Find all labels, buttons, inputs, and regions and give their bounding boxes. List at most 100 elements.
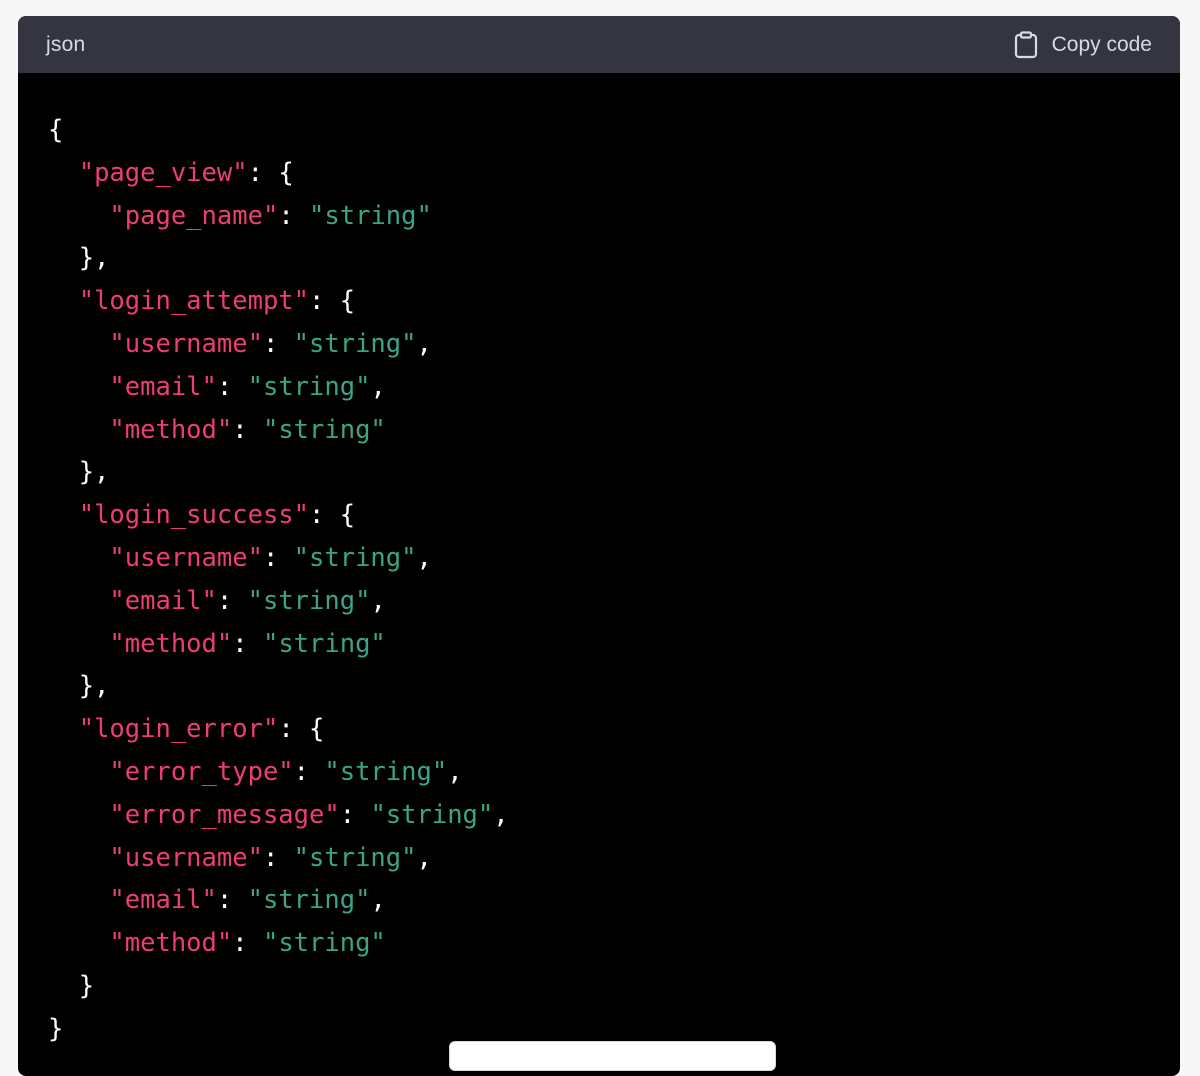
json-key: "method" bbox=[109, 928, 233, 959]
json-punctuation: , bbox=[370, 585, 386, 616]
json-punctuation bbox=[48, 286, 79, 316]
json-punctuation: : bbox=[278, 200, 310, 231]
code-line: "method": "string" bbox=[48, 409, 1180, 452]
code-block-header: json Copy code bbox=[18, 16, 1180, 73]
json-string-value: "string" bbox=[262, 414, 386, 445]
json-punctuation: : bbox=[216, 371, 248, 402]
json-key: "page_name" bbox=[109, 200, 279, 231]
code-line: "username": "string", bbox=[48, 537, 1180, 580]
code-line: "login_success": { bbox=[48, 494, 1180, 537]
code-line: } bbox=[48, 965, 1180, 1008]
json-punctuation: : { bbox=[278, 714, 325, 745]
json-punctuation: , bbox=[447, 756, 463, 787]
json-punctuation bbox=[48, 714, 79, 744]
json-punctuation: : { bbox=[309, 286, 356, 317]
json-key: "email" bbox=[109, 585, 217, 616]
json-punctuation: : bbox=[232, 628, 263, 659]
json-string-value: "string" bbox=[262, 928, 386, 959]
json-punctuation bbox=[48, 500, 79, 530]
clipboard-icon bbox=[1014, 30, 1038, 59]
json-key: "username" bbox=[109, 842, 263, 873]
floating-action-bar[interactable] bbox=[449, 1041, 776, 1071]
json-key: "email" bbox=[109, 885, 217, 916]
json-string-value: "string" bbox=[293, 542, 417, 573]
copy-code-label: Copy code bbox=[1051, 32, 1152, 56]
json-punctuation: , bbox=[370, 371, 386, 402]
json-punctuation: } bbox=[48, 970, 95, 1001]
json-key: "username" bbox=[109, 328, 263, 359]
json-punctuation: }, bbox=[48, 457, 110, 488]
json-string-value: "string" bbox=[324, 756, 448, 787]
json-punctuation: : bbox=[293, 756, 325, 787]
json-punctuation bbox=[48, 885, 109, 915]
json-punctuation: : { bbox=[309, 500, 356, 531]
json-punctuation bbox=[48, 543, 109, 573]
json-key: "email" bbox=[109, 371, 217, 402]
json-key: "method" bbox=[109, 628, 233, 659]
code-line: }, bbox=[48, 237, 1180, 280]
json-string-value: "string" bbox=[247, 371, 371, 402]
json-string-value: "string" bbox=[247, 585, 371, 616]
code-line: "page_view": { bbox=[48, 152, 1180, 195]
json-punctuation bbox=[48, 158, 79, 188]
code-line: "email": "string", bbox=[48, 879, 1180, 922]
json-punctuation bbox=[48, 757, 109, 787]
json-punctuation: }, bbox=[48, 671, 110, 702]
json-punctuation bbox=[48, 329, 109, 359]
code-line: "error_message": "string", bbox=[48, 794, 1180, 837]
json-punctuation bbox=[48, 586, 109, 616]
json-punctuation: { bbox=[48, 115, 64, 145]
copy-code-button[interactable]: Copy code bbox=[1014, 30, 1152, 59]
json-punctuation bbox=[48, 372, 109, 402]
code-line: "method": "string" bbox=[48, 623, 1180, 666]
code-line: "page_name": "string" bbox=[48, 195, 1180, 238]
json-punctuation: , bbox=[416, 542, 432, 573]
json-punctuation bbox=[48, 201, 109, 231]
json-key: "username" bbox=[109, 542, 263, 573]
code-line: "error_type": "string", bbox=[48, 751, 1180, 794]
code-line: "email": "string", bbox=[48, 366, 1180, 409]
json-string-value: "string" bbox=[293, 328, 417, 359]
json-punctuation bbox=[48, 928, 109, 958]
json-punctuation: : bbox=[216, 885, 248, 916]
json-punctuation: : bbox=[232, 928, 263, 959]
json-punctuation: : { bbox=[247, 157, 294, 188]
json-punctuation: , bbox=[416, 328, 432, 359]
json-string-value: "string" bbox=[309, 200, 432, 231]
code-line: "login_error": { bbox=[48, 708, 1180, 751]
json-punctuation: , bbox=[370, 885, 386, 916]
code-line: "method": "string" bbox=[48, 922, 1180, 965]
json-punctuation bbox=[48, 415, 109, 445]
json-string-value: "string" bbox=[370, 799, 494, 830]
json-key: "login_attempt" bbox=[78, 286, 310, 317]
json-punctuation: , bbox=[416, 842, 432, 873]
code-line: "login_attempt": { bbox=[48, 280, 1180, 323]
json-key: "error_type" bbox=[109, 756, 294, 787]
json-punctuation: , bbox=[493, 799, 509, 830]
code-line: "username": "string", bbox=[48, 323, 1180, 366]
code-line: "email": "string", bbox=[48, 580, 1180, 623]
code-content: { "page_view": { "page_name": "string" }… bbox=[18, 73, 1180, 1051]
json-string-value: "string" bbox=[293, 842, 417, 873]
code-line: "username": "string", bbox=[48, 837, 1180, 880]
code-line: }, bbox=[48, 451, 1180, 494]
code-line: }, bbox=[48, 665, 1180, 708]
json-key: "error_message" bbox=[109, 799, 340, 830]
code-block: json Copy code { "page_view": { "page_na… bbox=[18, 16, 1180, 1076]
json-punctuation: : bbox=[339, 799, 371, 830]
json-punctuation: } bbox=[48, 1013, 64, 1044]
json-key: "login_success" bbox=[78, 500, 310, 531]
json-key: "method" bbox=[109, 414, 233, 445]
json-punctuation: : bbox=[262, 542, 294, 573]
json-punctuation: }, bbox=[48, 243, 110, 274]
json-punctuation: : bbox=[262, 328, 294, 359]
json-key: "page_view" bbox=[78, 157, 248, 188]
json-punctuation: : bbox=[232, 414, 263, 445]
json-punctuation bbox=[48, 629, 109, 659]
language-label: json bbox=[46, 32, 86, 56]
json-punctuation: : bbox=[216, 585, 248, 616]
json-string-value: "string" bbox=[262, 628, 386, 659]
json-string-value: "string" bbox=[247, 885, 371, 916]
json-key: "login_error" bbox=[78, 714, 279, 745]
code-line: { bbox=[48, 109, 1180, 152]
